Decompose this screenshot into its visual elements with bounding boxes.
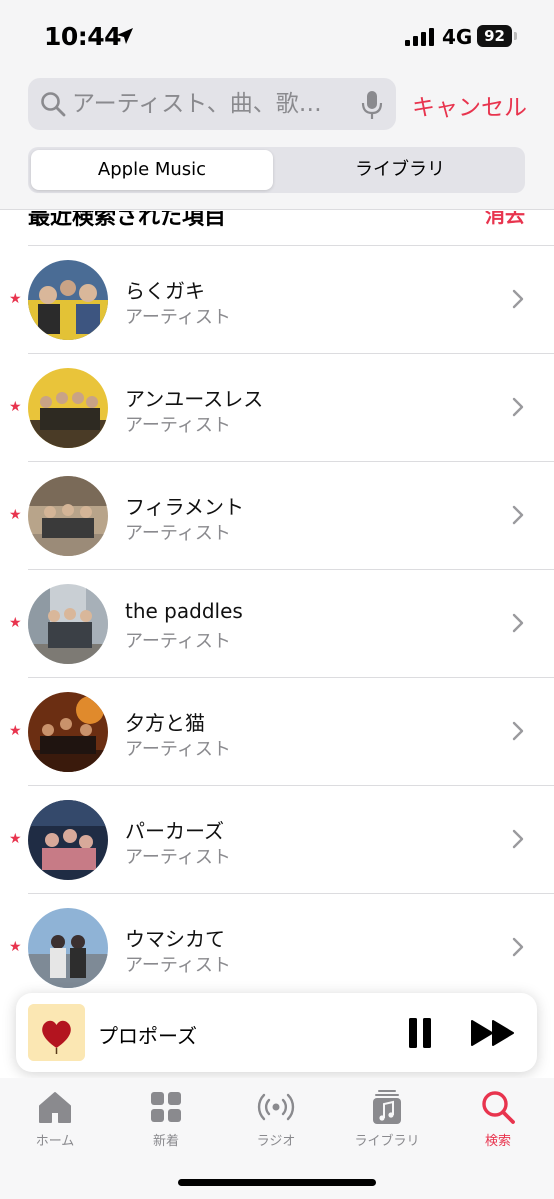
separator (28, 677, 554, 678)
separator (28, 461, 554, 462)
artist-name: フィラメント (125, 495, 244, 519)
search-icon (41, 92, 66, 117)
battery-level: 92 (477, 25, 512, 47)
tab-radio[interactable]: ラジオ (226, 1088, 326, 1149)
artist-avatar (28, 800, 108, 880)
tab-label: 検索 (484, 1134, 511, 1149)
source-segmented-control: Apple Music ライブラリ (28, 147, 525, 193)
artist-name: アンユースレス (125, 387, 264, 411)
battery-icon: 92 (477, 25, 519, 47)
star-icon: ★ (9, 399, 22, 415)
status-time: 10:44 (44, 22, 122, 51)
library-icon (373, 1090, 401, 1124)
chevron-right-icon (512, 613, 524, 633)
fast-forward-icon[interactable] (471, 1019, 515, 1047)
clear-button[interactable]: 消去 (485, 211, 525, 228)
status-bar: 10:44 4G 92 (0, 0, 554, 70)
artist-avatar (28, 584, 108, 664)
item-type: アーティスト (125, 955, 231, 976)
album-artwork (28, 1004, 85, 1061)
list-item[interactable]: ★ パーカーズ アーティスト (0, 785, 554, 893)
star-icon: ★ (9, 615, 22, 631)
artist-name: the paddles (125, 599, 243, 623)
list-item[interactable]: ★ らくガキ アーティスト (0, 245, 554, 353)
item-type: アーティスト (125, 739, 231, 760)
tab-new[interactable]: 新着 (116, 1088, 216, 1149)
artist-avatar (28, 260, 108, 340)
star-icon: ★ (9, 723, 22, 739)
list-item[interactable]: ★ the paddles アーティスト (0, 569, 554, 677)
list-item[interactable]: ★ 夕方と猫 アーティスト (0, 677, 554, 785)
location-arrow-icon (117, 28, 133, 44)
artist-name: 夕方と猫 (125, 711, 205, 735)
microphone-icon[interactable] (361, 90, 383, 120)
network-type: 4G (442, 25, 473, 49)
list-item[interactable]: ★ アンユースレス アーティスト (0, 353, 554, 461)
item-type: アーティスト (125, 523, 231, 544)
separator (28, 353, 554, 354)
list-item[interactable]: ★ フィラメント アーティスト (0, 461, 554, 569)
separator (28, 569, 554, 570)
artist-avatar (28, 368, 108, 448)
tab-label: 新着 (152, 1134, 179, 1149)
chevron-right-icon (512, 397, 524, 417)
artist-name: パーカーズ (125, 819, 224, 843)
section-title: 最近検索された項目 (28, 211, 227, 230)
artist-name: らくガキ (125, 279, 205, 303)
separator (28, 785, 554, 786)
item-type: アーティスト (125, 415, 231, 436)
artist-avatar (28, 908, 108, 988)
cancel-button[interactable]: キャンセル (412, 88, 527, 122)
search-icon (482, 1091, 515, 1124)
tab-home[interactable]: ホーム (5, 1088, 105, 1149)
separator (28, 893, 554, 894)
search-input[interactable] (72, 86, 352, 122)
cellular-signal-icon (405, 28, 434, 46)
home-indicator[interactable] (178, 1179, 376, 1186)
star-icon: ★ (9, 939, 22, 955)
mini-player[interactable]: プロポーズ (16, 993, 537, 1072)
artist-avatar (28, 476, 108, 556)
segment-apple-music[interactable]: Apple Music (31, 150, 273, 190)
tab-label: ホーム (35, 1134, 75, 1149)
artist-avatar (28, 692, 108, 772)
item-type: アーティスト (125, 631, 231, 652)
chevron-right-icon (512, 937, 524, 957)
star-icon: ★ (9, 291, 22, 307)
list-item[interactable]: ★ ウマシカて アーティスト (0, 893, 554, 1001)
separator (28, 245, 554, 246)
star-icon: ★ (9, 507, 22, 523)
radio-icon (257, 1093, 295, 1121)
chevron-right-icon (512, 505, 524, 525)
star-icon: ★ (9, 831, 22, 847)
search-field[interactable] (28, 78, 396, 130)
battery-tip (514, 32, 517, 40)
tab-label: ライブラリ (354, 1134, 420, 1149)
home-icon (39, 1092, 71, 1123)
pause-icon[interactable] (408, 1017, 432, 1049)
recent-searches-list: ★ らくガキ アーティスト ★ アンユースレス アーティスト ★ フィラメント … (0, 245, 554, 1001)
grid-icon (151, 1092, 181, 1122)
track-title: プロポーズ (98, 1024, 197, 1048)
item-type: アーティスト (125, 307, 231, 328)
chevron-right-icon (512, 289, 524, 309)
chevron-right-icon (512, 721, 524, 741)
chevron-right-icon (512, 829, 524, 849)
recent-searches-header: 最近検索された項目 消去 (0, 211, 554, 245)
tab-library[interactable]: ライブラリ (337, 1088, 437, 1149)
segment-library[interactable]: ライブラリ (278, 150, 522, 190)
tab-label: ラジオ (256, 1134, 296, 1149)
item-type: アーティスト (125, 847, 231, 868)
artist-name: ウマシカて (125, 927, 225, 951)
tab-search[interactable]: 検索 (448, 1088, 548, 1149)
